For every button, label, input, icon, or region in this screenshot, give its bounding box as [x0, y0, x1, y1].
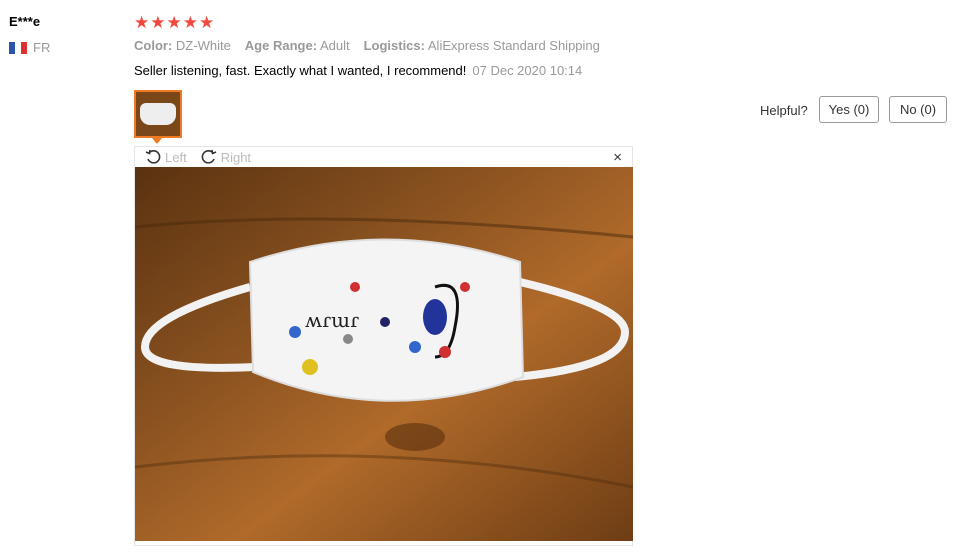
country-code: FR	[33, 40, 51, 55]
flag-fr-icon	[9, 41, 27, 54]
review-date: 07 Dec 2020 10:14	[472, 63, 583, 78]
rotate-left-button[interactable]: Left	[145, 149, 187, 165]
review-text: Seller listening, fast. Exactly what I w…	[134, 63, 467, 78]
logistics-value: AliExpress Standard Shipping	[427, 38, 600, 53]
svg-text:ʍɾɯɾ: ʍɾɯɾ	[305, 308, 359, 332]
product-properties: Color: DZ-White Age Range: Adult Logisti…	[134, 38, 600, 53]
rotate-right-icon	[201, 149, 217, 164]
star-icon: ★	[166, 13, 182, 32]
logistics-key: Logistics:	[363, 38, 425, 53]
review-photo-thumbnail[interactable]	[134, 90, 182, 138]
helpful-yes-button[interactable]: Yes (0)	[819, 96, 879, 123]
color-value: DZ-White	[175, 38, 231, 53]
thumbnail-caret	[152, 138, 162, 144]
age-value: Adult	[319, 38, 350, 53]
close-viewer-icon[interactable]: ×	[613, 149, 622, 166]
star-rating: ★ ★ ★ ★ ★	[134, 14, 214, 31]
star-icon: ★	[182, 13, 198, 32]
color-key: Color:	[134, 38, 173, 53]
photo-viewer: Left Right × ʍɾɯɾ	[134, 146, 633, 546]
viewer-toolbar: Left Right ×	[135, 147, 632, 167]
review-body: Seller listening, fast. Exactly what I w…	[134, 63, 582, 78]
age-key: Age Range:	[244, 38, 318, 53]
helpful-label: Helpful?	[760, 103, 808, 118]
star-icon: ★	[150, 13, 166, 32]
star-icon: ★	[134, 13, 150, 32]
rotate-right-label: Right	[220, 149, 252, 165]
review-photo-large: ʍɾɯɾ	[135, 167, 633, 541]
mask-photo-image: ʍɾɯɾ	[135, 167, 633, 541]
reviewer-name: E***e	[9, 14, 41, 29]
mask-thumbnail-image	[140, 103, 176, 125]
reviewer-country: FR	[9, 40, 50, 55]
helpful-no-button[interactable]: No (0)	[889, 96, 947, 123]
star-icon: ★	[199, 13, 215, 32]
rotate-right-button[interactable]: Right	[201, 149, 251, 165]
rotate-left-icon	[145, 149, 161, 164]
rotate-left-label: Left	[165, 149, 187, 165]
